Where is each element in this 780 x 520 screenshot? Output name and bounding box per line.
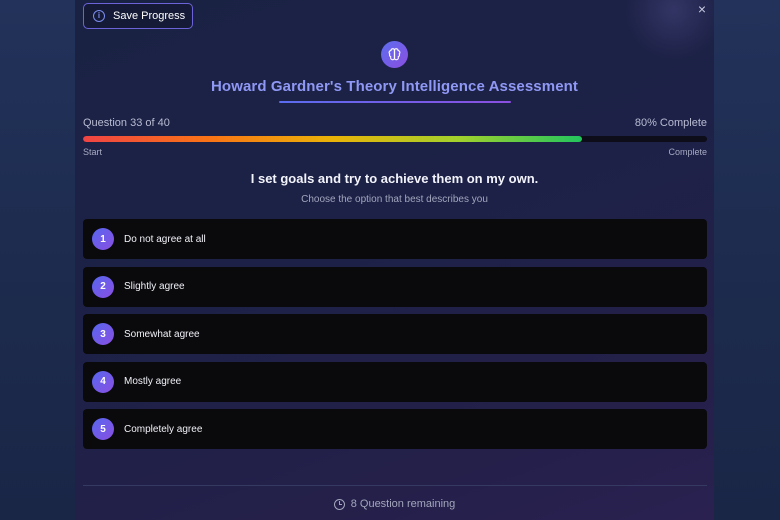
page-title: Howard Gardner's Theory Intelligence Ass… xyxy=(211,78,578,95)
remaining-label: 8 Question remaining xyxy=(350,498,456,510)
option-number-badge: 1 xyxy=(92,228,114,250)
option-label: Completely agree xyxy=(124,423,203,435)
option-number-badge: 4 xyxy=(92,370,114,393)
progress-start-label: Start xyxy=(83,147,103,157)
progress-end-label: Complete xyxy=(668,147,707,157)
footer-divider xyxy=(83,485,707,486)
answer-option-1[interactable]: 1 Do not agree at all xyxy=(83,219,707,259)
progress-fill xyxy=(83,136,583,142)
option-number-badge: 3 xyxy=(92,323,114,345)
title-underline xyxy=(279,101,511,103)
answer-option-4[interactable]: 4 Mostly agree xyxy=(83,361,707,402)
questions-remaining: 8 Question remaining xyxy=(82,498,707,510)
answer-options: 1 Do not agree at all 2 Slightly agree 3… xyxy=(83,219,707,457)
percent-complete: 80% Complete xyxy=(634,117,707,129)
answer-option-3[interactable]: 3 Somewhat agree xyxy=(83,314,707,354)
clock-icon xyxy=(333,498,345,510)
answer-option-5[interactable]: 5 Completely agree xyxy=(83,409,707,449)
option-label: Mostly agree xyxy=(124,376,182,387)
question-text: I set goals and try to achieve them on m… xyxy=(250,171,539,186)
progress-bar xyxy=(83,136,707,142)
info-icon: i xyxy=(93,10,105,22)
option-label: Somewhat agree xyxy=(124,328,200,340)
option-label: Do not agree at all xyxy=(124,233,206,245)
question-instruction: Choose the option that best describes yo… xyxy=(301,194,488,205)
answer-option-2[interactable]: 2 Slightly agree xyxy=(83,266,707,307)
option-number-badge: 2 xyxy=(92,275,114,298)
question-counter: Question 33 of 40 xyxy=(83,117,170,129)
option-label: Slightly agree xyxy=(124,281,185,292)
option-number-badge: 5 xyxy=(92,418,114,440)
save-progress-button[interactable]: i Save Progress xyxy=(83,3,193,29)
save-progress-label: Save Progress xyxy=(113,10,186,22)
close-icon[interactable]: × xyxy=(695,2,709,16)
brain-icon xyxy=(381,41,408,68)
